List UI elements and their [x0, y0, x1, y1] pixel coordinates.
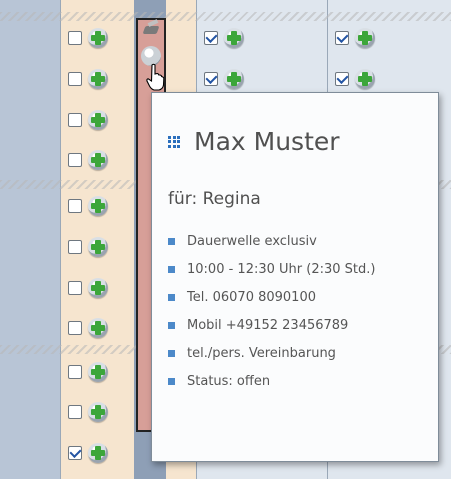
slot-checkbox[interactable]	[204, 31, 218, 45]
slot-checkbox[interactable]	[68, 281, 82, 295]
detail-booking-type: tel./pers. Vereinbarung	[168, 339, 375, 367]
add-appointment-icon[interactable]	[224, 69, 244, 89]
slot-checkbox[interactable]	[204, 72, 218, 86]
add-appointment-icon[interactable]	[88, 150, 108, 170]
slot-checkbox[interactable]	[335, 31, 349, 45]
slot-checkbox[interactable]	[68, 113, 82, 127]
appointment-details: Dauerwelle exclusiv 10:00 - 12:30 Uhr (2…	[168, 227, 375, 395]
add-appointment-icon[interactable]	[88, 28, 108, 48]
add-appointment-icon[interactable]	[88, 69, 108, 89]
time-slot	[68, 362, 110, 382]
add-appointment-icon[interactable]	[88, 443, 108, 463]
time-slot	[68, 150, 110, 170]
slot-checkbox[interactable]	[335, 72, 349, 86]
column-divider	[60, 0, 61, 479]
detail-phone: Tel. 06070 8090100	[168, 283, 375, 311]
time-slot	[335, 69, 377, 89]
time-slot	[68, 402, 110, 422]
time-slot	[68, 237, 110, 257]
add-appointment-icon[interactable]	[355, 28, 375, 48]
assigned-staff: für: Regina	[168, 189, 261, 209]
slot-checkbox[interactable]	[68, 240, 82, 254]
grid-icon	[168, 135, 180, 148]
add-appointment-icon[interactable]	[88, 402, 108, 422]
add-appointment-icon[interactable]	[88, 196, 108, 216]
time-slot	[335, 28, 377, 48]
add-appointment-icon[interactable]	[88, 318, 108, 338]
customer-name: Max Muster	[194, 127, 340, 156]
slot-checkbox[interactable]	[68, 405, 82, 419]
detail-service: Dauerwelle exclusiv	[168, 227, 375, 255]
tooltip-header: Max Muster	[168, 127, 340, 156]
edit-icon[interactable]	[142, 20, 160, 36]
slot-checkbox[interactable]	[68, 72, 82, 86]
add-appointment-icon[interactable]	[355, 69, 375, 89]
bullet-icon	[168, 265, 175, 273]
add-appointment-icon[interactable]	[224, 28, 244, 48]
detail-status: Status: offen	[168, 367, 375, 395]
bullet-icon	[168, 293, 175, 301]
add-appointment-icon[interactable]	[88, 237, 108, 257]
add-appointment-icon[interactable]	[88, 278, 108, 298]
bullet-icon	[168, 321, 175, 329]
hour-separator	[0, 12, 451, 21]
time-slot	[68, 110, 110, 130]
time-slot	[68, 443, 110, 463]
time-slot	[68, 28, 110, 48]
hand-cursor-icon	[146, 63, 164, 91]
time-slot	[204, 69, 246, 89]
appointment-tooltip: Max Muster für: Regina Dauerwelle exclus…	[151, 92, 439, 462]
add-appointment-icon[interactable]	[88, 362, 108, 382]
time-slot	[204, 28, 246, 48]
time-slot	[68, 318, 110, 338]
detail-mobile: Mobil +49152 23456789	[168, 311, 375, 339]
time-slot	[68, 196, 110, 216]
time-column	[0, 0, 60, 479]
slot-checkbox[interactable]	[68, 446, 82, 460]
time-slot	[68, 278, 110, 298]
slot-checkbox[interactable]	[68, 199, 82, 213]
slot-checkbox[interactable]	[68, 365, 82, 379]
bullet-icon	[168, 377, 175, 385]
slot-checkbox[interactable]	[68, 321, 82, 335]
bullet-icon	[168, 349, 175, 357]
detail-time: 10:00 - 12:30 Uhr (2:30 Std.)	[168, 255, 375, 283]
time-slot	[68, 69, 110, 89]
bullet-icon	[168, 237, 175, 245]
add-appointment-icon[interactable]	[88, 110, 108, 130]
slot-checkbox[interactable]	[68, 153, 82, 167]
slot-checkbox[interactable]	[68, 31, 82, 45]
